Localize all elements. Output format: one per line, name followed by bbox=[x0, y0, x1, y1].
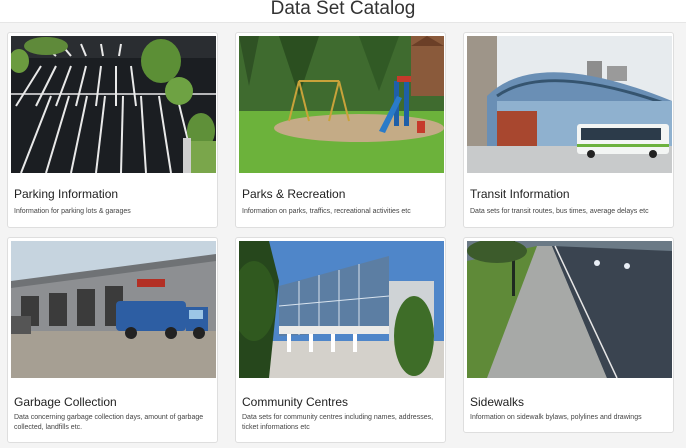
card-description: Data sets for community centres includin… bbox=[242, 414, 434, 431]
card-transit-information[interactable]: Transit Information Data sets for transi… bbox=[463, 32, 674, 228]
card-sidewalks[interactable]: Sidewalks Information on sidewalk bylaws… bbox=[463, 237, 674, 433]
card-title[interactable]: Sidewalks bbox=[470, 394, 524, 410]
card-description: Information on parks, traffics, recreati… bbox=[242, 208, 411, 215]
card-parks-recreation[interactable]: Parks & Recreation Information on parks,… bbox=[235, 32, 446, 228]
card-description: Information on sidewalk bylaws, polyline… bbox=[470, 414, 642, 421]
card-parking-information[interactable]: Parking Information Information for park… bbox=[7, 32, 218, 228]
garbage-truck-image bbox=[11, 241, 216, 378]
transit-station-image bbox=[467, 36, 672, 173]
card-description: Data concerning garbage collection days,… bbox=[14, 414, 204, 431]
parking-lot-image bbox=[11, 36, 216, 173]
card-title[interactable]: Garbage Collection bbox=[14, 394, 117, 410]
card-title[interactable]: Community Centres bbox=[242, 394, 348, 410]
card-title[interactable]: Transit Information bbox=[470, 186, 570, 202]
playground-image bbox=[239, 36, 444, 173]
page-header: Data Set Catalog bbox=[0, 0, 686, 23]
card-garbage-collection[interactable]: Garbage Collection Data concerning garba… bbox=[7, 237, 218, 443]
card-title[interactable]: Parking Information bbox=[14, 186, 118, 202]
card-title[interactable]: Parks & Recreation bbox=[242, 186, 345, 202]
community-centre-image bbox=[239, 241, 444, 378]
card-community-centres[interactable]: Community Centres Data sets for communit… bbox=[235, 237, 446, 443]
page-title: Data Set Catalog bbox=[270, 0, 416, 19]
sidewalk-image bbox=[467, 241, 672, 378]
card-description: Data sets for transit routes, bus times,… bbox=[470, 208, 649, 215]
card-description: Information for parking lots & garages bbox=[14, 208, 131, 215]
